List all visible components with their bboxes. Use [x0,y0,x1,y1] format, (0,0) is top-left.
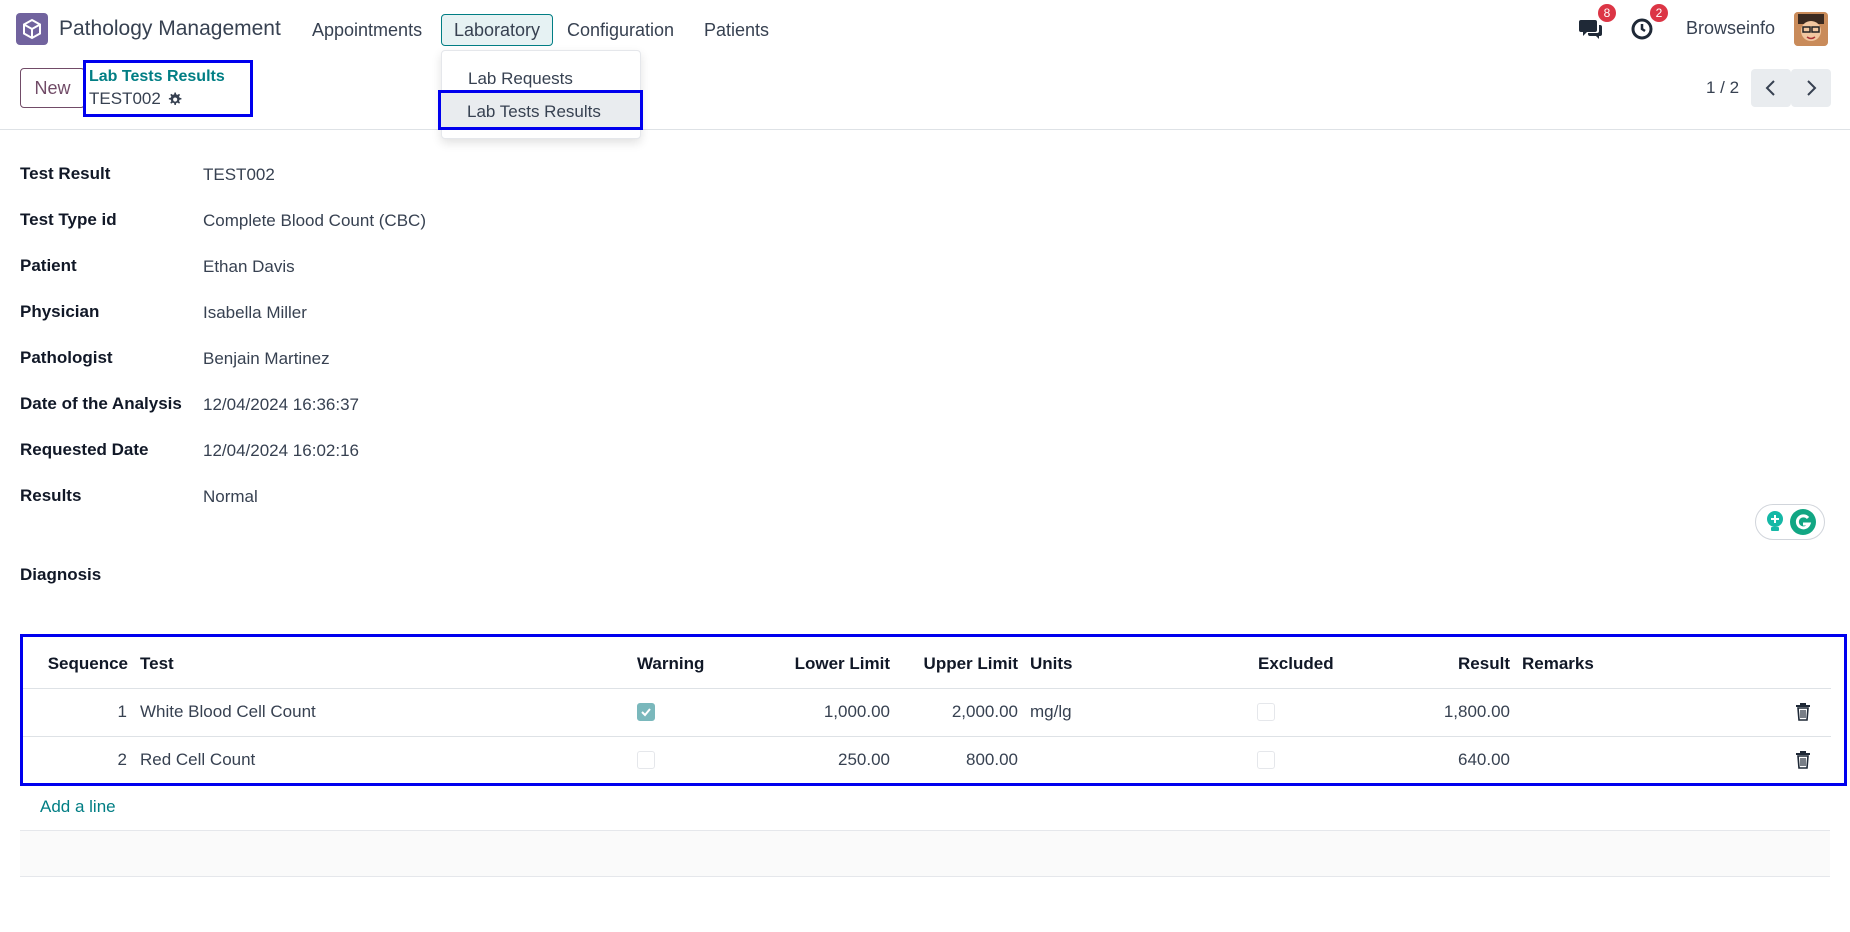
field-value-analysis-date[interactable]: 12/04/2024 16:36:37 [203,395,359,415]
field-label-test-type: Test Type id [20,210,117,229]
field-value-patient[interactable]: Ethan Davis [203,257,295,277]
cell-sequence: 1 [117,702,127,721]
checkmark-icon [641,708,651,717]
field-value-requested-date[interactable]: 12/04/2024 16:02:16 [203,441,359,461]
user-avatar[interactable] [1794,12,1828,46]
field-value-results[interactable]: Normal [203,487,258,507]
field-value-physician[interactable]: Isabella Miller [203,303,307,323]
record-name: TEST002 [89,89,161,108]
column-header-remarks[interactable]: Remarks [1522,654,1594,674]
breadcrumb-current: TEST002 [89,89,182,109]
column-header-lower-limit[interactable]: Lower Limit [760,654,890,674]
cell-result: 1,800.00 [1443,702,1510,721]
field-label-results: Results [20,486,82,505]
activities-badge: 2 [1650,4,1668,22]
field-label-physician: Physician [20,302,100,321]
cell-test: White Blood Cell Count [140,702,316,721]
field-label-requested-date: Requested Date [20,440,149,459]
field-label-pathologist: Pathologist [20,348,113,367]
field-value-pathologist[interactable]: Benjain Martinez [203,349,330,369]
column-header-sequence[interactable]: Sequence [30,654,128,674]
lightbulb-icon[interactable] [1764,510,1786,534]
field-label-patient: Patient [20,256,77,275]
table-footer [20,830,1830,877]
pager-next-button[interactable] [1791,69,1831,107]
top-navbar: Pathology Management Appointments Labora… [0,0,1850,58]
cell-upper-limit: 2,000.00 [951,702,1018,721]
cell-result: 640.00 [1458,750,1510,769]
cell-lower-limit: 1,000.00 [823,702,890,721]
trash-icon[interactable] [1795,751,1811,769]
diagnosis-label: Diagnosis [20,565,102,584]
column-header-warning[interactable]: Warning [637,654,704,674]
user-name[interactable]: Browseinfo [1686,18,1775,39]
cell-upper-limit: 800.00 [966,750,1018,769]
row-divider [23,736,1831,737]
grammarly-icon[interactable] [1789,508,1817,536]
menu-configuration[interactable]: Configuration [555,14,686,46]
warning-checkbox[interactable] [637,751,655,769]
chat-icon [1579,20,1602,39]
excluded-checkbox[interactable] [1257,703,1275,721]
trash-icon[interactable] [1795,703,1811,721]
column-header-result[interactable]: Result [1400,654,1510,674]
pager-previous-button[interactable] [1751,69,1791,107]
cell-units: mg/lg [1030,702,1072,721]
field-label-test-result: Test Result [20,164,111,183]
add-line-link[interactable]: Add a line [40,797,116,817]
activities-button[interactable]: 2 [1630,4,1668,48]
chevron-right-icon [1807,80,1817,96]
dropdown-item-lab-tests-results[interactable]: Lab Tests Results [438,90,643,130]
app-title[interactable]: Pathology Management [59,17,281,41]
chevron-left-icon [1765,80,1775,96]
field-label-analysis-date: Date of the Analysis [20,394,182,413]
app-logo-icon[interactable] [16,13,48,45]
header-divider [23,688,1831,689]
messages-badge: 8 [1598,4,1616,22]
menu-patients[interactable]: Patients [692,14,781,46]
column-header-excluded[interactable]: Excluded [1258,654,1334,674]
menu-appointments[interactable]: Appointments [300,14,434,46]
gear-icon[interactable] [167,91,182,107]
column-header-test[interactable]: Test [140,654,174,674]
pager-value[interactable]: 1 / 2 [1706,78,1739,98]
excluded-checkbox[interactable] [1257,751,1275,769]
breadcrumb-link[interactable]: Lab Tests Results [89,68,225,86]
warning-checkbox[interactable] [637,703,655,721]
dropdown-item-lab-requests[interactable]: Lab Requests [468,69,573,89]
cell-sequence: 2 [117,750,127,769]
messages-button[interactable]: 8 [1578,4,1616,48]
column-header-upper-limit[interactable]: Upper Limit [890,654,1018,674]
menu-laboratory[interactable]: Laboratory [441,14,554,46]
dropdown-item-label: Lab Tests Results [467,102,601,121]
clock-icon [1631,18,1653,40]
cell-test: Red Cell Count [140,750,256,769]
writing-assistant-widget[interactable] [1755,504,1825,540]
field-value-test-type[interactable]: Complete Blood Count (CBC) [203,211,426,231]
column-header-units[interactable]: Units [1030,654,1073,674]
new-button[interactable]: New [20,68,85,108]
cell-lower-limit: 250.00 [838,750,890,769]
field-value-test-result[interactable]: TEST002 [203,165,275,185]
control-panel-divider [0,129,1850,130]
